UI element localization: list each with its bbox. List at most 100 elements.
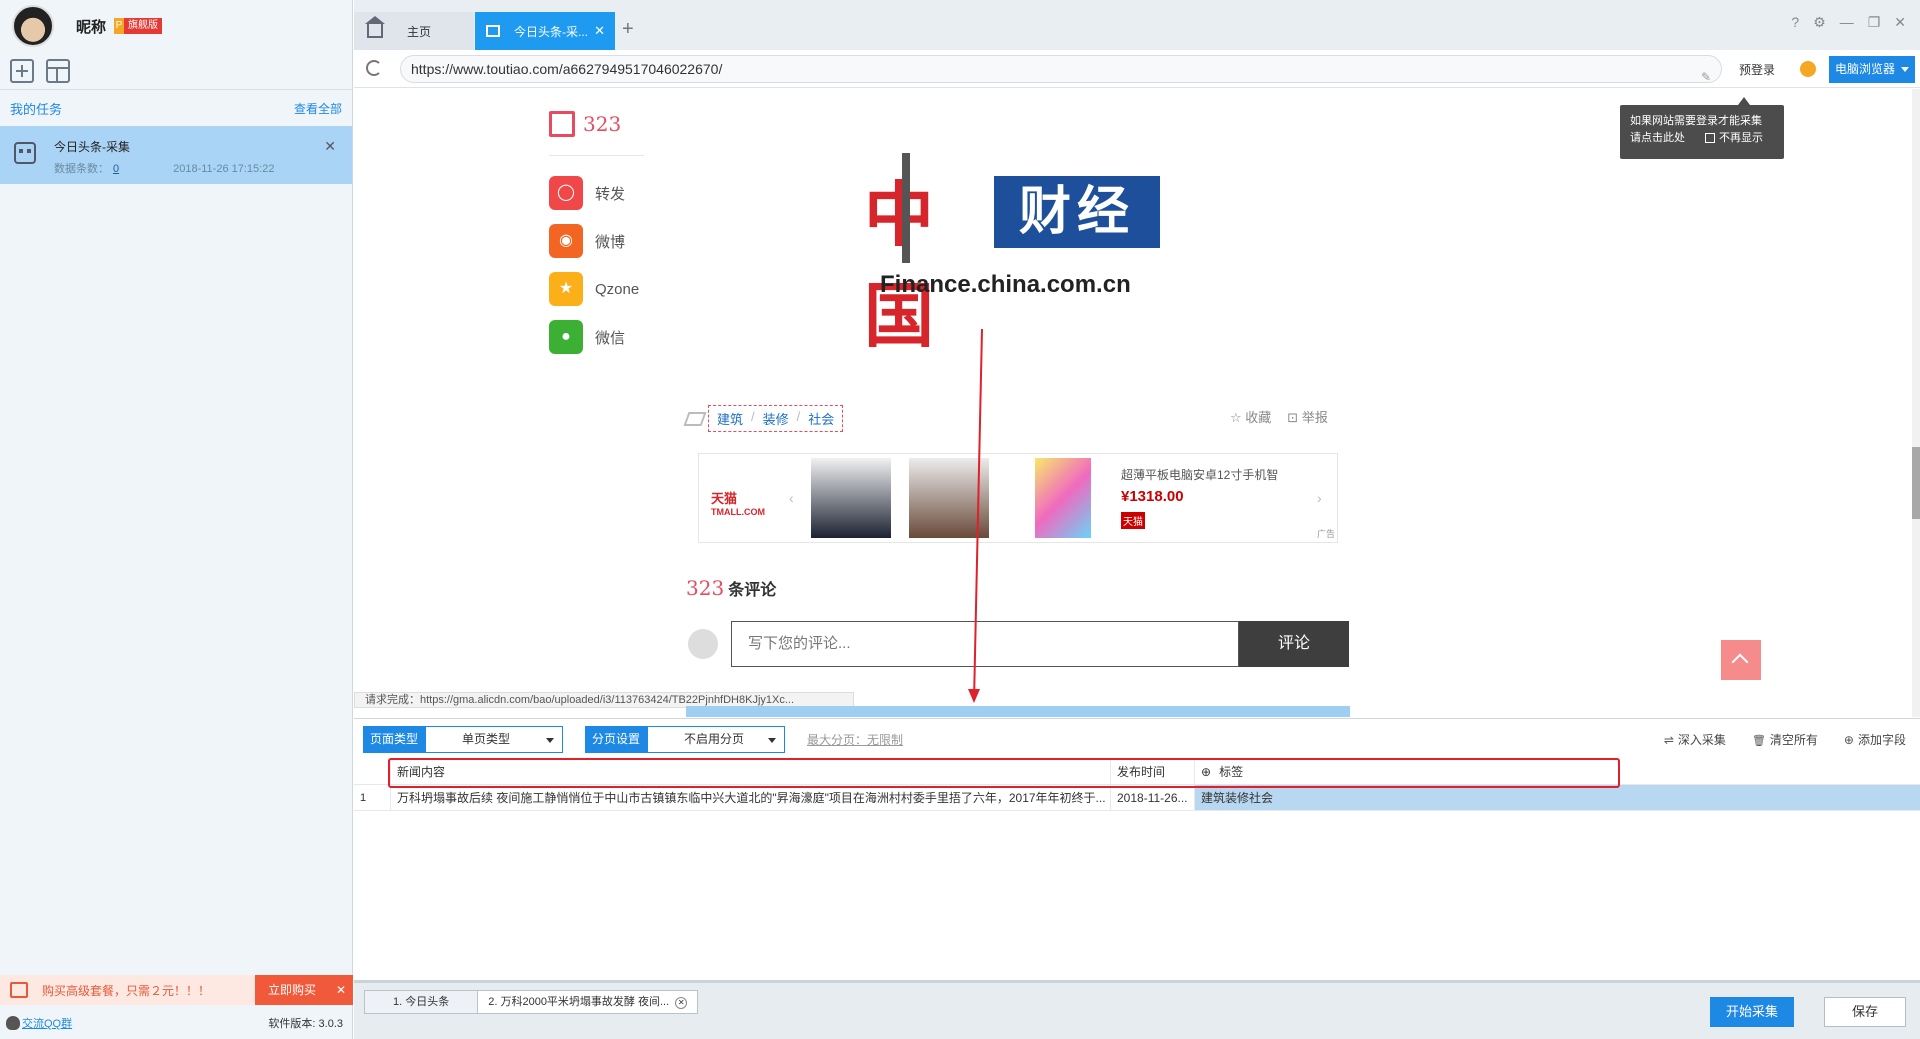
refresh-icon[interactable] (366, 60, 382, 76)
comment-count: 323 (686, 576, 725, 600)
close-icon[interactable]: ✕ (329, 975, 353, 1005)
scrollbar-thumb[interactable] (1912, 447, 1920, 519)
new-task-icon[interactable] (10, 58, 34, 83)
annotation-highlight (388, 758, 1620, 788)
tmall-ad[interactable]: 天猫 TMALL.COM ‹ 超薄平板电脑安卓12寸手机智 ¥1318.00 天猫… (698, 453, 1338, 543)
save-button[interactable]: 保存 (1824, 997, 1906, 1027)
share-item[interactable]: ◉ 微博 (549, 217, 639, 265)
step-tab-2[interactable]: 2. 万科2000平米坍塌事故发酵 夜间... ✕ (477, 990, 699, 1014)
hot-news-strip (686, 706, 1350, 717)
tmall-badge: 天猫 (1121, 512, 1145, 529)
tag-link[interactable]: 建筑 (717, 409, 743, 428)
coin-icon[interactable] (1800, 61, 1816, 77)
share-item[interactable]: ● 微信 (549, 313, 639, 361)
clear-all-button[interactable]: 清空所有 (1752, 731, 1818, 748)
restore-icon[interactable]: ❐ (1868, 14, 1881, 31)
tooltip-line2[interactable]: 请点击此处 (1630, 132, 1685, 144)
logo-seal: 中国 (864, 153, 984, 357)
user-avatar (688, 629, 718, 659)
cell-time[interactable]: 2018-11-26... (1110, 785, 1194, 810)
max-page-link[interactable]: 最大分页：无限制 (807, 731, 903, 748)
table-row[interactable]: 1 万科坍塌事故后续 夜间施工静悄悄位于中山市古镇镇东临中兴大道北的"昇海濠庭"… (354, 785, 1920, 811)
login-tooltip: 如果网站需要登录才能采集 请点击此处 不再显示 (1620, 97, 1784, 159)
annotation-arrow-head (968, 689, 980, 703)
task-count[interactable]: 0 (113, 163, 119, 175)
back-to-top-button[interactable] (1721, 640, 1761, 680)
panel-controls: 页面类型 单页类型 分页设置 不启用分页 最大分页：无限制 (363, 726, 903, 753)
comment-input[interactable]: 写下您的评论... (731, 621, 1239, 667)
sidebar-toolbar (0, 52, 352, 90)
share-list: ◯ 转发 ◉ 微博 ★ Qzone ● 微信 (549, 169, 639, 361)
promo-banner: 购买高级套餐，只需２元！！！ 立即购买 ✕ (0, 975, 353, 1005)
new-tab-icon[interactable]: + (622, 18, 634, 41)
close-window-icon[interactable]: ✕ (1894, 14, 1906, 31)
tag-separator: / (751, 409, 755, 424)
vip-badge: P 旗舰版 (114, 18, 163, 34)
report-label: 举报 (1301, 410, 1328, 425)
vip-label: 旗舰版 (124, 18, 163, 34)
tab-toutiao[interactable]: 今日头条-采... ✕ (475, 12, 615, 50)
share-item[interactable]: ★ Qzone (549, 265, 639, 313)
tab-home[interactable]: 主页 (354, 12, 474, 50)
close-icon[interactable]: ✕ (324, 138, 336, 155)
settings-icon[interactable]: ⚙ (1813, 14, 1826, 31)
report-button[interactable]: ⊡ 举报 (1287, 407, 1328, 426)
view-all-link[interactable]: 查看全部 (294, 100, 342, 117)
article-tags: 建筑 / 装修 / 社会 (683, 405, 844, 432)
tag-link[interactable]: 装修 (763, 409, 789, 428)
chevron-left-icon[interactable]: ‹ (789, 490, 794, 506)
share-count[interactable]: 323 (549, 111, 621, 137)
chevron-right-icon[interactable]: › (1317, 490, 1322, 506)
cell-tag[interactable]: 建筑装修社会 (1194, 785, 1920, 810)
prelogin-button[interactable]: 预登录 (1739, 61, 1775, 78)
tmall-name: 天猫 (711, 491, 738, 506)
ad-image-chair[interactable] (909, 458, 989, 538)
task-item[interactable]: 今日头条-采集 数据条数： 0 2018-11-26 17:15:22 ✕ (0, 126, 352, 184)
add-field-button[interactable]: 添加字段 (1844, 731, 1906, 748)
no-show-checkbox[interactable] (1705, 133, 1715, 144)
share-item[interactable]: ◯ 转发 (549, 169, 639, 217)
step-tab-2-label: 2. 万科2000平米坍塌事故发酵 夜间... (488, 996, 670, 1008)
tag-icon (683, 411, 707, 426)
template-icon[interactable] (46, 58, 70, 83)
close-step-icon[interactable]: ✕ (675, 997, 688, 1009)
page-type-value[interactable]: 单页类型 (425, 726, 564, 753)
url-input[interactable]: https://www.toutiao.com/a662794951704602… (400, 55, 1722, 84)
avatar[interactable] (12, 5, 54, 47)
nickname[interactable]: 昵称 (76, 16, 106, 37)
qzone-icon: ★ (549, 272, 583, 306)
ad-image-dress[interactable] (811, 458, 891, 538)
start-collect-button[interactable]: 开始采集 (1710, 997, 1794, 1027)
favorite-button[interactable]: ☆ 收藏 (1230, 407, 1271, 426)
edit-icon[interactable]: ✎ (1701, 64, 1711, 90)
step-tab-1[interactable]: 1. 今日头条 (364, 990, 479, 1014)
url-text: https://www.toutiao.com/a662794951704602… (411, 61, 723, 77)
task-header: 我的任务 查看全部 (0, 90, 352, 126)
qq-group-link[interactable]: 交流QQ群 (6, 1015, 72, 1031)
qq-icon (6, 1016, 20, 1030)
ad-price: ¥1318.00 (1121, 488, 1184, 505)
deep-collect-button[interactable]: 深入采集 (1664, 731, 1726, 748)
close-tab-icon[interactable]: ✕ (594, 23, 605, 39)
page-type-select[interactable]: 页面类型 单页类型 (363, 726, 564, 753)
tag-box: 建筑 / 装修 / 社会 (708, 405, 844, 432)
wechat-icon: ● (549, 320, 583, 354)
ad-product-title[interactable]: 超薄平板电脑安卓12寸手机智 (1121, 466, 1278, 483)
cell-content[interactable]: 万科坍塌事故后续 夜间施工静悄悄位于中山市古镇镇东临中兴大道北的"昇海濠庭"项目… (390, 785, 1110, 810)
scrollbar[interactable] (1912, 89, 1920, 717)
share-label: Qzone (595, 280, 640, 298)
buy-now-button[interactable]: 立即购买 (255, 975, 329, 1005)
article-actions: ☆ 收藏 ⊡ 举报 (1230, 407, 1328, 426)
logo-caijing: 财经 (994, 176, 1160, 248)
tab-home-label: 主页 (407, 24, 432, 39)
tooltip-line1: 如果网站需要登录才能采集 (1630, 115, 1762, 127)
tag-link[interactable]: 社会 (808, 409, 834, 428)
minimize-icon[interactable]: — (1840, 14, 1854, 31)
comment-submit-button[interactable]: 评论 (1239, 621, 1349, 667)
help-icon[interactable]: ? (1791, 14, 1799, 31)
ad-image-tablet[interactable] (1035, 458, 1091, 538)
browser-mode-button[interactable]: 电脑浏览器 (1829, 56, 1915, 83)
paging-value[interactable]: 不启用分页 (647, 726, 786, 753)
paging-select[interactable]: 分页设置 不启用分页 (585, 726, 786, 753)
version-label: 软件版本: 3.0.3 (268, 1018, 343, 1030)
